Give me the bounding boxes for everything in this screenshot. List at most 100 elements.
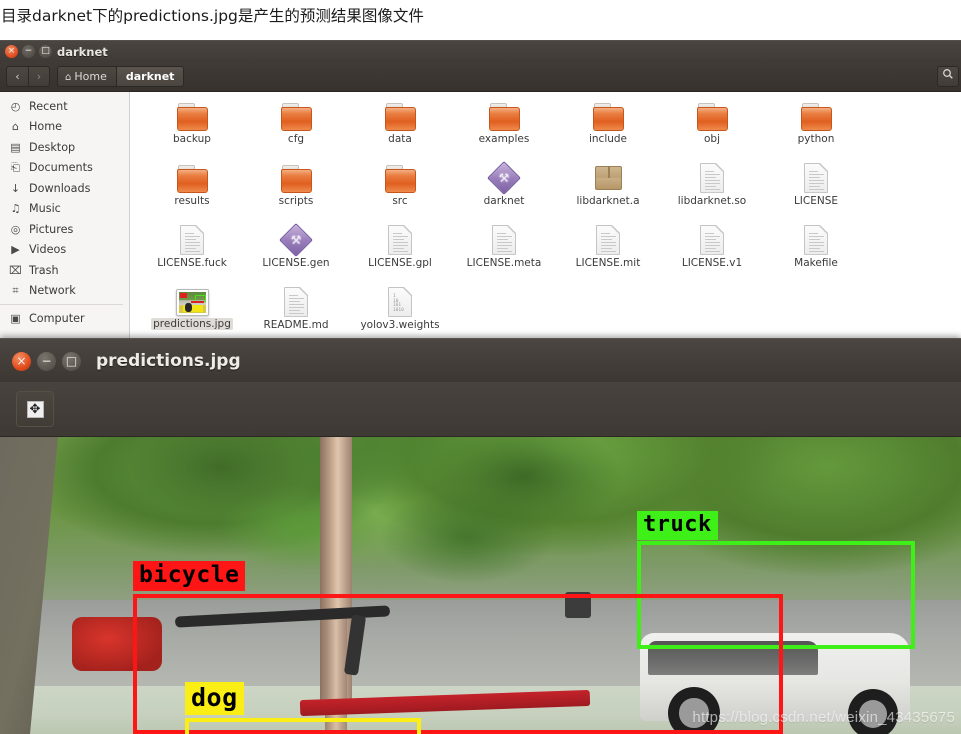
sidebar-item-computer[interactable]: ▣ Computer — [0, 308, 129, 329]
detection-box-dog: dog — [185, 682, 421, 734]
file-item[interactable]: README.md — [244, 284, 348, 338]
file-name-label: data — [388, 133, 412, 145]
file-item[interactable]: include — [556, 98, 660, 160]
file-item[interactable]: libdarknet.so — [660, 160, 764, 222]
plus-icon: ✥ — [26, 400, 44, 418]
folder-icon — [279, 163, 313, 193]
sidebar-item-label: Network — [29, 284, 76, 298]
file-name-label: yolov3.weights — [360, 319, 440, 331]
file-item[interactable]: backup — [140, 98, 244, 160]
sidebar-item-network[interactable]: ⌗ Network — [0, 281, 129, 302]
detection-label: dog — [185, 682, 244, 715]
folder-icon — [383, 163, 417, 193]
close-icon: × — [16, 354, 27, 368]
detection-label: truck — [637, 511, 718, 540]
file-name-label: darknet — [483, 195, 525, 207]
forward-button[interactable]: › — [28, 66, 50, 87]
file-grid[interactable]: backup cfg data examples include obj python res… — [130, 92, 961, 338]
network-icon: ⌗ — [12, 283, 19, 297]
minimize-button[interactable]: − — [22, 45, 35, 58]
file-name-label: LICENSE.meta — [466, 257, 542, 269]
sidebar-item-recent[interactable]: ◴ Recent — [0, 96, 129, 117]
file-item[interactable]: LICENSE.gpl — [348, 222, 452, 284]
sidebar-item-label: Recent — [29, 99, 68, 113]
document-icon — [804, 225, 828, 255]
sidebar-item-label: Videos — [29, 243, 67, 257]
folder-icon — [383, 101, 417, 131]
maximize-button[interactable]: □ — [62, 352, 81, 371]
file-item[interactable]: predictions.jpg — [140, 284, 244, 338]
sidebar-item-videos[interactable]: ▶ Videos — [0, 240, 129, 261]
sidebar-item-label: Pictures — [29, 222, 74, 236]
file-name-label: LICENSE.gen — [262, 257, 330, 269]
add-button[interactable]: ✥ — [16, 391, 54, 427]
maximize-button[interactable]: □ — [39, 45, 52, 58]
folder-icon — [175, 163, 209, 193]
sidebar-item-desktop[interactable]: ▤ Desktop — [0, 137, 129, 158]
sidebar-item-pictures[interactable]: ◎ Pictures — [0, 219, 129, 240]
minimize-icon: − — [24, 46, 33, 56]
breadcrumb-label-home: Home — [74, 70, 107, 83]
file-manager-window: × − □ darknet ‹ › ⌂ Home darknet ◴ Recent ⌂ — [0, 40, 961, 338]
file-name-label: libdarknet.so — [677, 195, 747, 207]
file-name-label: LICENSE.mit — [575, 257, 641, 269]
breadcrumb-item-home[interactable]: ⌂ Home — [57, 66, 116, 87]
sidebar-item-music[interactable]: ♫ Music — [0, 199, 129, 220]
document-lines — [185, 233, 200, 257]
image-viewer-window: × − □ predictions.jpg ✥ truck bicycle do… — [0, 338, 961, 734]
sidebar-item-label: Trash — [29, 263, 59, 277]
file-item[interactable]: results — [140, 160, 244, 222]
document-icon — [700, 225, 724, 255]
folder-icon — [279, 101, 313, 131]
sidebar-item-documents[interactable]: ⎗ Documents — [0, 158, 129, 179]
breadcrumb-item-darknet[interactable]: darknet — [115, 66, 185, 87]
document-lines — [289, 295, 304, 319]
file-item[interactable]: obj — [660, 98, 764, 160]
minimize-button[interactable]: − — [37, 352, 56, 371]
document-lines — [705, 171, 720, 195]
file-name-label: include — [588, 133, 628, 145]
folder-icon — [175, 101, 209, 131]
back-button[interactable]: ‹ — [6, 66, 28, 87]
search-icon[interactable] — [937, 66, 959, 87]
file-item[interactable]: LICENSE.meta — [452, 222, 556, 284]
folder-icon — [591, 101, 625, 131]
close-button[interactable]: × — [12, 352, 31, 371]
file-item[interactable]: src — [348, 160, 452, 222]
executable-icon: ⚒ — [489, 163, 519, 193]
file-name-label: LICENSE.v1 — [681, 257, 743, 269]
file-item[interactable]: ⚒ LICENSE.gen — [244, 222, 348, 284]
executable-icon: ⚒ — [281, 225, 311, 255]
camera-icon: ◎ — [10, 222, 21, 236]
document-icon — [180, 225, 204, 255]
file-manager-title: darknet — [57, 45, 108, 59]
file-item[interactable]: data — [348, 98, 452, 160]
file-name-label: LICENSE.gpl — [368, 257, 432, 269]
computer-icon: ▣ — [10, 311, 21, 325]
file-name-label: Makefile — [794, 257, 838, 269]
file-item[interactable]: libdarknet.a — [556, 160, 660, 222]
image-canvas[interactable]: truck bicycle dog https://blog.csdn.net/we… — [0, 437, 961, 734]
file-item[interactable]: Makefile — [764, 222, 868, 284]
sidebar-item-home[interactable]: ⌂ Home — [0, 117, 129, 138]
download-arrow-icon: ↓ — [10, 181, 21, 195]
file-item[interactable]: examples — [452, 98, 556, 160]
file-item[interactable]: LICENSE.fuck — [140, 222, 244, 284]
file-item[interactable]: scripts — [244, 160, 348, 222]
file-item[interactable]: 1 10 101 1010 yolov3.weights — [348, 284, 452, 338]
archive-icon — [594, 166, 622, 190]
sidebar-item-downloads[interactable]: ↓ Downloads — [0, 178, 129, 199]
file-item[interactable]: ⚒ darknet — [452, 160, 556, 222]
file-item[interactable]: LICENSE.v1 — [660, 222, 764, 284]
file-manager-toolbar: ‹ › ⌂ Home darknet — [0, 62, 961, 92]
file-item[interactable]: cfg — [244, 98, 348, 160]
file-item[interactable]: LICENSE.mit — [556, 222, 660, 284]
image-thumbnail-icon — [175, 289, 209, 316]
sidebar-item-trash[interactable]: ⌧ Trash — [0, 260, 129, 281]
file-item[interactable]: python — [764, 98, 868, 160]
page-caption: 目录darknet下的predictions.jpg是产生的预测结果图像文件 — [1, 7, 424, 25]
file-item[interactable]: LICENSE — [764, 160, 868, 222]
close-button[interactable]: × — [5, 45, 18, 58]
file-name-label: LICENSE — [793, 195, 839, 207]
music-note-icon: ♫ — [10, 202, 21, 216]
